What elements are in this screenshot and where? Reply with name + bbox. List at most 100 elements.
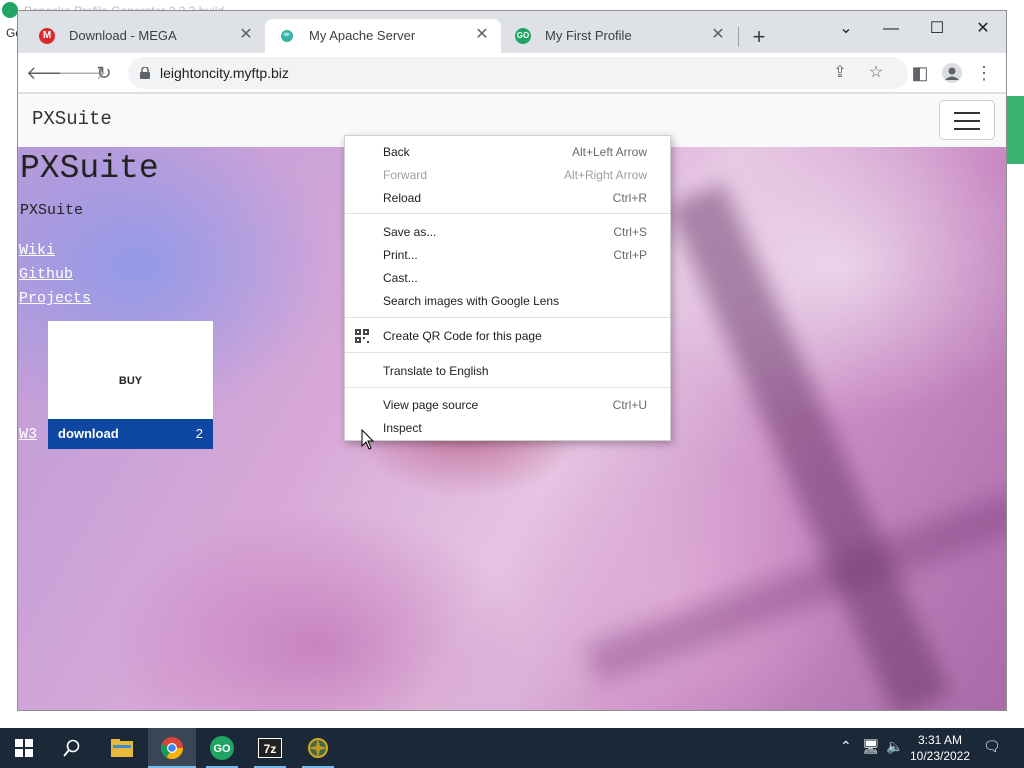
menu-item-forward[interactable]: Forward Alt+Right Arrow bbox=[345, 164, 670, 187]
menu-item-label: Save as... bbox=[383, 225, 437, 239]
hamburger-line bbox=[954, 128, 980, 130]
download-count: 2 bbox=[195, 426, 203, 441]
mouse-cursor-icon bbox=[361, 429, 375, 450]
tab-label: My First Profile bbox=[545, 28, 632, 43]
link-w3[interactable]: W3 bbox=[19, 426, 37, 443]
hamburger-line bbox=[954, 112, 980, 114]
minimize-button[interactable]: — bbox=[868, 15, 914, 43]
menu-item-shortcut: Ctrl+R bbox=[612, 191, 647, 205]
taskbar: GO 7z ⌃ 🖥 🔈 3:31 AM 10/23/2022 🗨 bbox=[0, 728, 1024, 768]
tab-my-first-profile[interactable]: GO My First Profile ✕ bbox=[501, 19, 737, 53]
maximize-button[interactable]: ☐ bbox=[914, 15, 960, 43]
menu-separator bbox=[345, 387, 670, 388]
share-icon[interactable]: ⇪ bbox=[828, 61, 852, 85]
menu-item-qr-code[interactable]: Create QR Code for this page bbox=[345, 325, 670, 348]
menu-separator bbox=[345, 352, 670, 353]
buy-card[interactable]: BUY download 2 bbox=[48, 321, 213, 449]
menu-separator bbox=[345, 317, 670, 318]
buy-label[interactable]: BUY bbox=[48, 375, 213, 387]
svg-text:GO: GO bbox=[213, 743, 231, 755]
taskbar-greenorbit[interactable]: GO bbox=[198, 728, 246, 768]
start-icon bbox=[15, 739, 33, 757]
back-button[interactable]: 🡐 bbox=[26, 59, 74, 87]
menu-item-label: Create QR Code for this page bbox=[383, 329, 542, 343]
hamburger-menu-button[interactable] bbox=[939, 100, 995, 140]
page-title: PXSuite bbox=[20, 150, 159, 187]
tab-strip: M Download - MEGA ✕ My Apache Server ✕ G… bbox=[18, 11, 1006, 53]
address-bar[interactable]: leightoncity.myftp.biz ⇪ ☆ bbox=[128, 57, 908, 89]
chrome-icon bbox=[161, 737, 183, 759]
svg-text:7z: 7z bbox=[264, 742, 277, 756]
new-tab-button[interactable]: + bbox=[746, 25, 772, 51]
site-brand[interactable]: PXSuite bbox=[32, 108, 112, 130]
taskbar-chrome[interactable] bbox=[148, 728, 196, 768]
hamburger-line bbox=[954, 120, 980, 122]
download-label: download bbox=[58, 426, 119, 441]
menu-item-shortcut: Ctrl+P bbox=[613, 248, 647, 262]
notification-icon[interactable]: 🗨 bbox=[983, 738, 1001, 755]
menu-item-google-lens[interactable]: Search images with Google Lens bbox=[345, 290, 670, 313]
download-bar[interactable]: download 2 bbox=[48, 419, 213, 449]
menu-item-reload[interactable]: Reload Ctrl+R bbox=[345, 187, 670, 210]
menu-item-shortcut: Alt+Left Arrow bbox=[571, 145, 647, 159]
page-subtitle: PXSuite bbox=[20, 202, 84, 219]
link-wiki[interactable]: Wiki bbox=[19, 242, 55, 259]
menu-item-shortcut: Ctrl+S bbox=[613, 225, 647, 239]
7zip-icon: 7z bbox=[258, 738, 282, 758]
globe-icon bbox=[279, 28, 295, 44]
tab-my-apache-server[interactable]: My Apache Server ✕ bbox=[265, 19, 501, 53]
menu-item-label: Search images with Google Lens bbox=[383, 294, 560, 308]
menu-item-label: Cast... bbox=[383, 271, 418, 285]
bookmark-star-icon[interactable]: ☆ bbox=[864, 61, 888, 85]
background-green-strip bbox=[1006, 96, 1024, 164]
browser-toolbar: 🡐 🡒 ↻ leightoncity.myftp.biz ⇪ ☆ ◧ ⋮ bbox=[18, 53, 1006, 93]
forward-button[interactable]: 🡒 bbox=[58, 59, 106, 87]
greenorbit-icon: GO bbox=[515, 28, 531, 44]
chevron-up-icon[interactable]: ⌃ bbox=[840, 738, 852, 755]
close-icon[interactable]: ✕ bbox=[707, 24, 729, 46]
menu-item-inspect[interactable]: Inspect bbox=[345, 417, 670, 440]
network-icon[interactable]: 🖥 bbox=[862, 738, 880, 755]
menu-item-shortcut: Ctrl+U bbox=[612, 398, 647, 412]
taskbar-search-button[interactable] bbox=[48, 728, 96, 768]
side-panel-icon[interactable]: ◧ bbox=[906, 59, 934, 87]
volume-icon[interactable]: 🔈 bbox=[886, 738, 903, 755]
menu-item-label: Print... bbox=[383, 248, 418, 262]
taskbar-7zip[interactable]: 7z bbox=[246, 728, 294, 768]
menu-item-save-as[interactable]: Save as... Ctrl+S bbox=[345, 221, 670, 244]
profile-avatar[interactable] bbox=[938, 59, 966, 87]
menu-kebab-icon[interactable]: ⋮ bbox=[970, 59, 998, 87]
tab-search-icon[interactable]: ⌄ bbox=[823, 15, 869, 43]
menu-item-label: Reload bbox=[383, 191, 422, 205]
file-explorer-icon bbox=[111, 739, 133, 757]
hero-branch bbox=[585, 489, 1006, 685]
context-menu: Back Alt+Left Arrow Forward Alt+Right Ar… bbox=[344, 135, 671, 441]
close-icon[interactable]: ✕ bbox=[471, 24, 493, 46]
taskbar-file-explorer[interactable] bbox=[98, 728, 146, 768]
reload-button[interactable]: ↻ bbox=[90, 59, 118, 87]
menu-item-print[interactable]: Print... Ctrl+P bbox=[345, 244, 670, 267]
close-icon[interactable]: ✕ bbox=[235, 24, 257, 46]
menu-item-label: Inspect bbox=[383, 421, 422, 435]
tab-separator bbox=[738, 27, 739, 47]
greenorbit-icon: GO bbox=[210, 736, 234, 760]
address-bar-url[interactable]: leightoncity.myftp.biz bbox=[160, 65, 289, 81]
link-github[interactable]: Github bbox=[19, 266, 73, 283]
menu-item-view-source[interactable]: View page source Ctrl+U bbox=[345, 394, 670, 417]
taskbar-app[interactable] bbox=[294, 728, 342, 768]
search-icon bbox=[63, 739, 80, 757]
link-projects[interactable]: Projects bbox=[19, 290, 91, 307]
menu-separator bbox=[345, 213, 670, 214]
tab-label: My Apache Server bbox=[309, 28, 416, 43]
lock-icon bbox=[140, 67, 150, 79]
menu-item-back[interactable]: Back Alt+Left Arrow bbox=[345, 141, 670, 164]
start-button[interactable] bbox=[0, 728, 48, 768]
menu-item-cast[interactable]: Cast... bbox=[345, 267, 670, 290]
tray-clock[interactable]: 3:31 AM 10/23/2022 bbox=[905, 732, 975, 764]
menu-item-translate[interactable]: Translate to English bbox=[345, 360, 670, 383]
menu-item-shortcut: Alt+Right Arrow bbox=[563, 168, 647, 182]
menu-item-label: Forward bbox=[383, 168, 428, 182]
clock-date: 10/23/2022 bbox=[909, 749, 971, 763]
close-window-button[interactable]: ✕ bbox=[960, 15, 1006, 43]
tab-download-mega[interactable]: M Download - MEGA ✕ bbox=[25, 19, 265, 53]
